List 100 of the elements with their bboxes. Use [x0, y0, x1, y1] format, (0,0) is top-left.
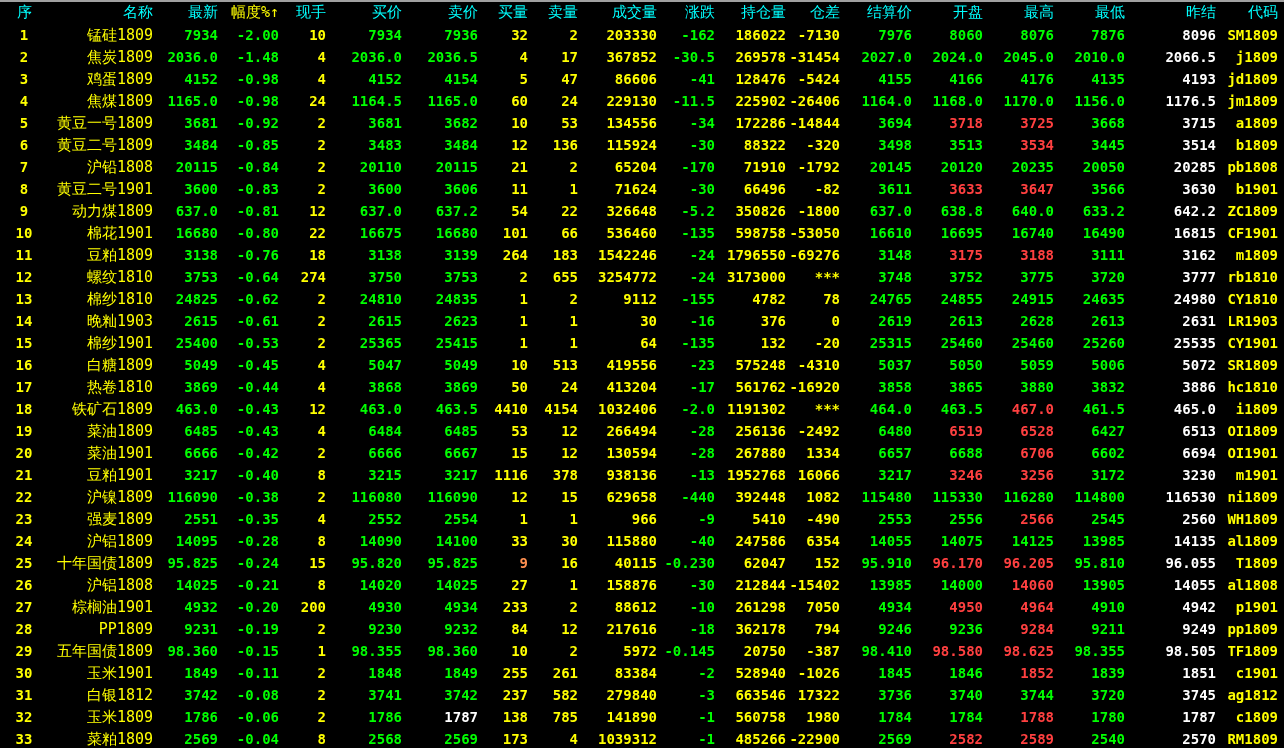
table-cell-text: 663546	[734, 686, 786, 705]
table-cell-text: 233	[501, 598, 528, 617]
table-cell-text: 17	[14, 378, 34, 397]
column-header[interactable]: 最新	[153, 2, 218, 22]
column-header[interactable]: 仓差	[786, 2, 840, 22]
table-cell-text: 黄豆二号1809	[55, 135, 153, 155]
column-header[interactable]: 买价	[326, 2, 402, 22]
table-cell-text: 黄豆二号1901	[55, 179, 153, 199]
table-cell-text: 28	[14, 620, 34, 639]
table-cell-text: 6513	[1181, 422, 1216, 441]
table-cell-text: 4782	[751, 290, 786, 309]
table-cell-text: 3484	[183, 136, 218, 155]
table-cell-text: 261298	[734, 598, 786, 617]
column-header[interactable]: 成交量	[578, 2, 657, 22]
table-cell-text: -0.11	[235, 664, 279, 683]
table-cell-text: 25260	[1081, 334, 1125, 353]
table-cell-text: 98.360	[426, 642, 478, 661]
table-cell-text: 9	[518, 554, 528, 573]
column-header[interactable]: 最低	[1054, 2, 1125, 22]
column-header[interactable]: 涨跌	[657, 2, 715, 22]
table-cell-text: jm1809	[1226, 92, 1278, 111]
table-cell-text: 12	[560, 422, 578, 441]
table-cell-text: 24765	[868, 290, 912, 309]
table-cell-text: -162	[680, 26, 715, 45]
table-cell-text: 598758	[734, 224, 786, 243]
table-cell-text: 25460	[939, 334, 983, 353]
table-cell-text: CY1810	[1226, 290, 1278, 309]
table-cell-text: 25535	[1172, 334, 1216, 353]
column-header[interactable]: 现手	[279, 2, 326, 22]
table-cell-text: PP1809	[97, 619, 153, 639]
table-cell-text: 玉米1809	[85, 707, 153, 727]
table-cell-text: 115480	[860, 488, 912, 507]
table-cell-text: 2045.0	[1002, 48, 1054, 67]
table-cell-text: 3753	[443, 268, 478, 287]
table-cell-text: 2623	[443, 312, 478, 331]
table-cell-text: 24	[308, 92, 326, 111]
table-cell-text: ZC1809	[1226, 202, 1278, 221]
table-cell-text: 173	[501, 730, 528, 748]
table-cell-text: 6666	[367, 444, 402, 463]
table-cell-text: -1026	[796, 664, 840, 683]
table-cell-text: -40	[688, 532, 715, 551]
table-cell-text: 2619	[877, 312, 912, 331]
column-header[interactable]: 卖量	[528, 2, 578, 22]
table-cell-text: 五年国债1809	[55, 641, 153, 661]
table-cell-text: 14	[14, 312, 34, 331]
table-cell-text: 20285	[1172, 158, 1216, 177]
column-header[interactable]: 卖价	[402, 2, 478, 22]
table-cell-text: 14125	[1010, 532, 1054, 551]
table-cell-text: 棉花1901	[85, 223, 153, 243]
table-cell-text: 50	[510, 378, 528, 397]
table-cell-text: pb1808	[1226, 158, 1278, 177]
table-cell-text: 20750	[742, 642, 786, 661]
table-cell-text: 3744	[1019, 686, 1054, 705]
table-cell-text: 14090	[358, 532, 402, 551]
table-cell-text: -0.21	[235, 576, 279, 595]
table-cell-text: 560758	[734, 708, 786, 727]
table-cell-text: 5410	[751, 510, 786, 529]
table-cell-text: 4	[316, 356, 326, 375]
table-cell-text: 2615	[367, 312, 402, 331]
column-header[interactable]: 开盘	[912, 2, 983, 22]
table-cell-text: 10	[510, 642, 528, 661]
table-cell-text: 热卷1810	[85, 377, 153, 397]
column-header[interactable]: 结算价	[840, 2, 912, 22]
table-cell-text: 3832	[1090, 378, 1125, 397]
table-cell-text: c1901	[1234, 664, 1278, 683]
table-cell-text: 4193	[1181, 70, 1216, 89]
table-cell-text: 642.2	[1172, 202, 1216, 221]
column-header[interactable]: 昨结	[1125, 2, 1216, 22]
table-cell-text: 136	[551, 136, 578, 155]
table-cell-text: 3740	[948, 686, 983, 705]
column-header[interactable]: 幅度%↑	[218, 2, 279, 22]
table-cell-text: 98.580	[931, 642, 983, 661]
column-header[interactable]: 买量	[478, 2, 528, 22]
column-header[interactable]: 最高	[983, 2, 1054, 22]
table-cell-text: 98.505	[1164, 642, 1216, 661]
table-cell-text: 3633	[948, 180, 983, 199]
table-cell-text: 3753	[183, 268, 218, 287]
table-cell-text: 186022	[734, 26, 786, 45]
table-cell-text: 晚籼1903	[85, 311, 153, 331]
table-cell-text: -0.98	[235, 92, 279, 111]
table-cell-text: -170	[680, 158, 715, 177]
table-cell-text: 3139	[443, 246, 478, 265]
table-cell-text: 966	[630, 510, 657, 529]
column-header[interactable]: 持仓量	[715, 2, 786, 22]
table-cell-text: 2552	[367, 510, 402, 529]
table-cell-text: 30	[14, 664, 34, 683]
table-cell-text: 1	[568, 576, 578, 595]
table-cell-text: 2	[316, 620, 326, 639]
table-cell-text: 461.5	[1081, 400, 1125, 419]
table-cell-text: 3138	[367, 246, 402, 265]
table-cell-text: -0.76	[235, 246, 279, 265]
table-cell-text: 4	[316, 48, 326, 67]
column-header[interactable]: 序	[0, 2, 48, 22]
column-header[interactable]: 代码	[1216, 2, 1278, 22]
table-cell-text: 1	[568, 334, 578, 353]
column-header[interactable]: 名称	[48, 2, 153, 22]
table-cell-text: 3880	[1019, 378, 1054, 397]
table-cell-text: 2036.5	[426, 48, 478, 67]
table-cell-text: 1032406	[597, 400, 657, 419]
table-cell-text: 15	[14, 334, 34, 353]
